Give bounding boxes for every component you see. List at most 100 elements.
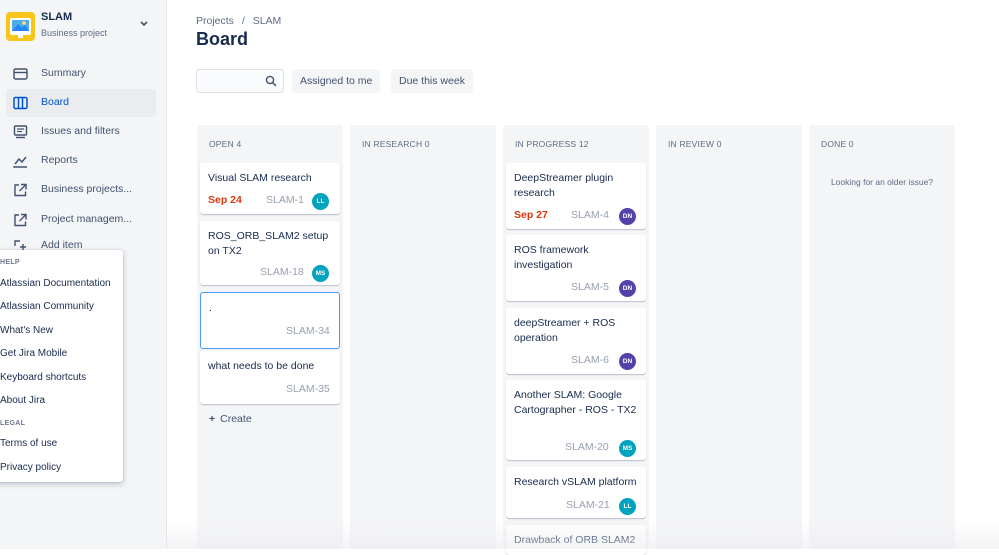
sidebar-item-label: Business projects... (41, 183, 133, 195)
assigned-to-me-filter[interactable]: Assigned to me (292, 69, 381, 93)
create-label: Create (220, 413, 252, 425)
issue-card[interactable]: Visual SLAM research Sep 24 SLAM-1 LL (200, 163, 340, 214)
external-link-icon (14, 213, 27, 227)
column-name: IN REVIEW (668, 139, 715, 149)
search-icon[interactable] (265, 75, 277, 87)
menu-item-jira-mobile[interactable]: Get Jira Mobile (0, 348, 67, 359)
breadcrumb-separator: / (241, 15, 245, 27)
sidebar-item-issues[interactable]: Issues and filters (6, 118, 156, 146)
menu-item-documentation[interactable]: Atlassian Documentation (0, 278, 111, 289)
issue-card[interactable]: . SLAM-34 (200, 292, 340, 349)
menu-item-keyboard-shortcuts[interactable]: Keyboard shortcuts (0, 372, 86, 383)
card-title: ROS framework investigation (514, 244, 589, 271)
sidebar-item-label: Project managem... (41, 213, 133, 225)
column-name: IN PROGRESS (515, 139, 577, 149)
sidebar-item-business-projects[interactable]: Business projects... (6, 176, 156, 204)
help-heading: HELP (0, 259, 20, 266)
menu-item-community[interactable]: Atlassian Community (0, 301, 94, 312)
issue-key: SLAM-34 (286, 325, 330, 337)
column-header: DONE 0 (821, 139, 854, 149)
column-count: 0 (424, 139, 430, 149)
sidebar-item-project-management[interactable]: Project managem... (6, 206, 156, 234)
issue-card[interactable]: Drawback of ORB SLAM2 (506, 525, 646, 555)
chevron-down-icon[interactable] (139, 20, 149, 31)
avatar[interactable]: MS (619, 440, 636, 457)
column-in-progress: IN PROGRESS 12 DeepStreamer plugin resea… (503, 125, 649, 555)
issue-key: SLAM-6 (571, 354, 609, 366)
sidebar-item-summary[interactable]: Summary (6, 60, 156, 88)
older-issue-link[interactable]: Looking for an older issue? (809, 177, 955, 187)
reports-icon (13, 156, 27, 168)
page-title: Board (196, 29, 249, 49)
card-title: Drawback of ORB SLAM2 (514, 534, 636, 546)
avatar[interactable]: DN (619, 353, 636, 370)
issue-key: SLAM-5 (571, 281, 609, 293)
column-done: DONE 0 Looking for an older issue? (809, 125, 955, 549)
project-switcher[interactable]: SLAM Business project (6, 10, 166, 46)
sidebar-item-reports[interactable]: Reports (6, 147, 156, 175)
issue-card[interactable]: DeepStreamer plugin research Sep 27 SLAM… (506, 163, 646, 229)
plus-icon: + (209, 413, 216, 425)
column-name: OPEN (209, 139, 234, 149)
menu-item-whats-new[interactable]: What's New (0, 325, 53, 336)
external-link-icon (14, 183, 27, 197)
issue-card[interactable]: what needs to be done SLAM-35 (200, 351, 340, 404)
avatar[interactable]: MS (312, 265, 329, 282)
summary-icon (13, 68, 28, 80)
due-date: Sep 27 (514, 209, 548, 221)
issue-key: SLAM-1 (266, 194, 304, 206)
avatar[interactable]: DN (619, 208, 636, 225)
issue-card[interactable]: ROS framework investigation SLAM-5 DN (506, 235, 646, 301)
breadcrumb-slam[interactable]: SLAM (253, 15, 282, 27)
avatar[interactable]: DN (619, 280, 636, 297)
column-name: DONE (821, 139, 847, 149)
project-type: Business project (41, 28, 108, 38)
column-header: OPEN 4 (209, 139, 241, 149)
column-name: IN RESEARCH (362, 139, 423, 149)
avatar[interactable]: LL (312, 193, 329, 210)
issue-key: SLAM-4 (571, 209, 609, 221)
avatar[interactable]: LL (619, 498, 636, 515)
project-logo (6, 12, 35, 41)
menu-item-privacy[interactable]: Privacy policy (0, 462, 61, 473)
issue-card[interactable]: deepStreamer + ROS operation SLAM-6 DN (506, 308, 646, 374)
menu-item-about-jira[interactable]: About Jira (0, 395, 45, 406)
issue-card[interactable]: Research vSLAM platform SLAM-21 LL (506, 467, 646, 518)
sidebar-item-label: Issues and filters (41, 125, 120, 137)
create-issue-button[interactable]: + Create (209, 413, 252, 425)
breadcrumb: Projects / SLAM (196, 15, 281, 27)
project-name: SLAM (41, 11, 73, 23)
issue-card[interactable]: ROS_ORB_SLAM2 setup on TX2 SLAM-18 MS (200, 221, 340, 285)
project-sidebar: SLAM Business project Summary Board Issu… (0, 0, 167, 549)
sidebar-item-label: Board (41, 96, 70, 108)
card-title: DeepStreamer plugin research (514, 172, 614, 199)
column-count: 4 (236, 139, 242, 149)
breadcrumb-projects[interactable]: Projects (196, 15, 234, 27)
sidebar-item-label: Reports (41, 154, 78, 166)
column-header: IN REVIEW 0 (668, 139, 722, 149)
card-title: Visual SLAM research (208, 172, 312, 184)
legal-heading: LEGAL (0, 420, 26, 427)
issue-key: SLAM-18 (260, 266, 304, 278)
card-title: Another SLAM: Google Cartographer - ROS … (514, 389, 637, 416)
issue-key: SLAM-21 (566, 499, 610, 511)
card-title: ROS_ORB_SLAM2 setup on TX2 (208, 230, 329, 257)
board-icon (13, 96, 28, 110)
column-header: IN PROGRESS 12 (515, 139, 589, 149)
card-title: . (209, 302, 212, 314)
card-title: deepStreamer + ROS operation (514, 317, 616, 344)
column-in-research: IN RESEARCH 0 (350, 125, 496, 549)
sidebar-item-board[interactable]: Board (6, 89, 156, 117)
issues-icon (13, 125, 28, 139)
search-input[interactable] (196, 69, 284, 93)
column-open: OPEN 4 Visual SLAM research Sep 24 SLAM-… (197, 125, 343, 549)
column-count: 12 (578, 139, 589, 149)
issue-key: SLAM-20 (565, 441, 609, 453)
help-dropdown-menu: HELP Atlassian Documentation Atlassian C… (0, 250, 123, 482)
sidebar-item-label: Summary (41, 67, 86, 79)
menu-item-terms[interactable]: Terms of use (0, 438, 57, 449)
issue-key: SLAM-35 (286, 383, 330, 395)
card-title: Research vSLAM platform (514, 476, 637, 488)
due-this-week-filter[interactable]: Due this week (391, 69, 473, 93)
issue-card[interactable]: Another SLAM: Google Cartographer - ROS … (506, 380, 646, 460)
